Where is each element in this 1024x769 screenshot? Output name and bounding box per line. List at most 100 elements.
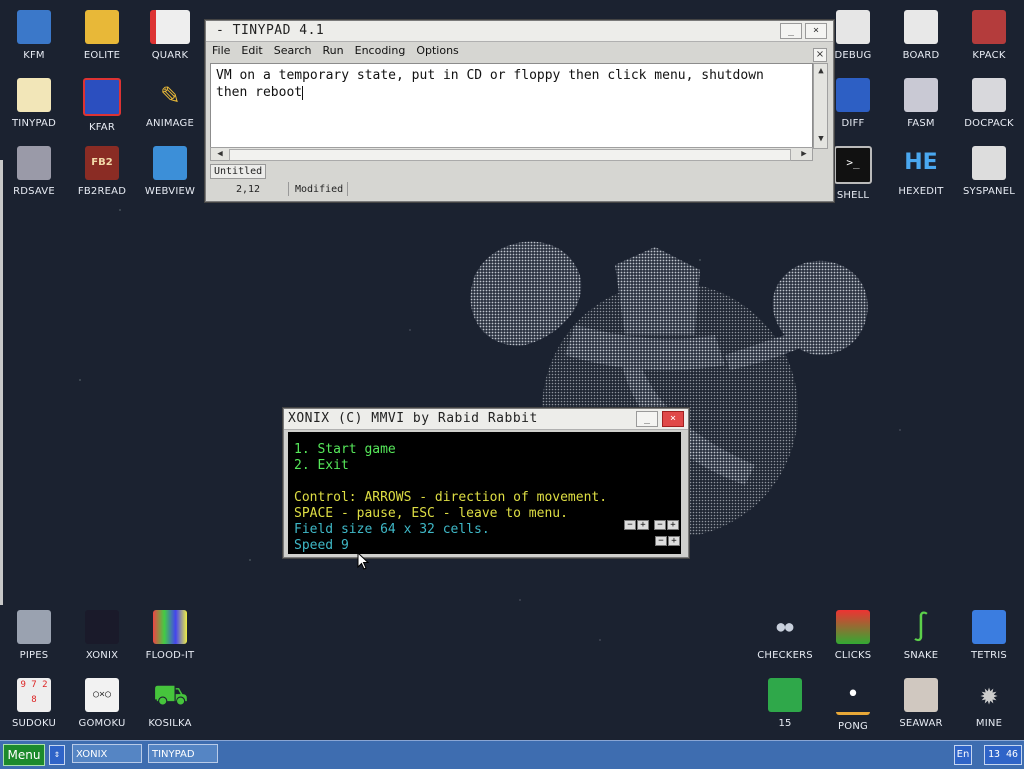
tinypad-close-button[interactable]: × (805, 23, 827, 39)
desktop-icon-kfm[interactable]: KFM (2, 0, 66, 64)
scroll-up-icon[interactable]: ▲ (814, 66, 828, 76)
text-line-1: VM on a temporary state, put in CD or fl… (216, 68, 764, 83)
kpack-icon (972, 10, 1006, 44)
xonix-close-button[interactable]: × (662, 411, 684, 427)
desktop-icon-gomoku[interactable]: ○×○ GOMOKU (70, 668, 134, 732)
syspanel-icon (972, 146, 1006, 180)
desktop-icon-label: SEAWAR (899, 718, 943, 729)
tinypad-minimize-button[interactable]: _ (780, 23, 802, 39)
desktop-icon-label: TETRIS (971, 650, 1007, 661)
desktop-icon-eolite[interactable]: EOLITE (70, 0, 134, 64)
scroll-right-icon[interactable]: ▶ (797, 149, 811, 159)
menu-edit[interactable]: Edit (235, 42, 267, 57)
desktop-icon-label: FASM (907, 118, 935, 129)
diff-icon (836, 78, 870, 112)
controls-line-1: Control: ARROWS - direction of movement. (294, 490, 608, 505)
controls-line-2: SPACE - pause, ESC - leave to menu. (294, 506, 568, 521)
desktop-icon-fifteen[interactable]: 15 (753, 668, 817, 732)
desktop-icon-syspanel[interactable]: SYSPANEL (957, 136, 1021, 200)
taskbar-clock[interactable]: 13 46 (984, 745, 1022, 765)
desktop-icon-fb2read[interactable]: FB2 FB2READ (70, 136, 134, 200)
tetris-icon (972, 610, 1006, 644)
xonix-titlebar[interactable]: XONIX (C) MMVI by Rabid Rabbit _ × (284, 409, 688, 430)
tinypad-tab-untitled[interactable]: Untitled (210, 164, 267, 179)
desktop-icon-label: SUDOKU (11, 718, 57, 729)
desktop-icon-label: GOMOKU (78, 718, 126, 729)
desktop-icon-quark[interactable]: QUARK (138, 0, 202, 64)
desktop-icon-animage[interactable]: ✎ ANIMAGE (138, 68, 202, 132)
flood-it-icon (153, 610, 187, 644)
menu-options[interactable]: Options (410, 42, 463, 57)
tinypad-menubar: File Edit Search Run Encoding Options × (206, 42, 833, 62)
xonix-icon (85, 610, 119, 644)
menu-exit[interactable]: 2. Exit (294, 458, 681, 474)
desktop-icon-checkers[interactable]: ●● CHECKERS (753, 600, 817, 664)
tinypad-text-area[interactable]: VM on a temporary state, put in CD or fl… (210, 63, 813, 149)
tinypad-doc-close-button[interactable]: × (813, 48, 827, 62)
rdsave-icon (17, 146, 51, 180)
hexedit-icon: HE (904, 150, 938, 175)
status-divider (288, 182, 289, 196)
desktop-icon-pong[interactable]: • PONG (821, 668, 885, 732)
desktop-icon-label: SYSPANEL (962, 186, 1015, 197)
desktop-icon-hexedit[interactable]: HE HEXEDIT (889, 136, 953, 200)
desktop-icon-kpack[interactable]: KPACK (957, 0, 1021, 64)
taskbar-language-indicator[interactable]: En (954, 745, 972, 765)
desktop-icon-mine[interactable]: ✹ MINE (957, 668, 1021, 732)
clicks-icon (836, 610, 870, 644)
scroll-left-icon[interactable]: ◀ (213, 149, 227, 159)
field-width-plus-button[interactable]: + (637, 520, 649, 530)
desktop-icon-rdsave[interactable]: RDSAVE (2, 136, 66, 200)
docpack-icon (972, 78, 1006, 112)
desktop-icon-tetris[interactable]: TETRIS (957, 600, 1021, 664)
desktop-icon-seawar[interactable]: SEAWAR (889, 668, 953, 732)
taskbar-task-tinypad[interactable]: TINYPAD (148, 744, 218, 763)
desktop-icon-snake[interactable]: ∫ SNAKE (889, 600, 953, 664)
taskbar-switch-icon[interactable]: ⇕ (49, 745, 65, 765)
speed-plus-button[interactable]: + (668, 536, 680, 546)
desktop-icon-flood-it[interactable]: FLOOD-IT (138, 600, 202, 664)
taskbar-menu-button[interactable]: Menu (3, 744, 45, 766)
desktop-icon-xonix[interactable]: XONIX (70, 600, 134, 664)
field-width-minus-button[interactable]: − (624, 520, 636, 530)
mine-icon: ✹ (979, 677, 999, 712)
speed-minus-button[interactable]: − (655, 536, 667, 546)
pipes-icon (17, 610, 51, 644)
tinypad-horizontal-scrollbar[interactable]: ◀ ▶ (210, 147, 813, 161)
taskbar-task-xonix[interactable]: XONIX (72, 744, 142, 763)
desktop-icon-kosilka[interactable]: ⛟ KOSILKA (138, 668, 202, 732)
desktop-icon-label: TINYPAD (12, 118, 56, 129)
fifteen-icon (768, 678, 802, 712)
field-height-plus-button[interactable]: + (667, 520, 679, 530)
tinypad-titlebar[interactable]: - TINYPAD 4.1 _ × (206, 21, 833, 42)
menu-encoding[interactable]: Encoding (349, 42, 411, 57)
desktop-icon-sudoku[interactable]: 9 7 2 8 SUDOKU (2, 668, 66, 732)
menu-search[interactable]: Search (268, 42, 317, 57)
taskbar: Menu ⇕ XONIX TINYPAD En 13 46 (0, 740, 1024, 769)
desktop-icon-board[interactable]: BOARD (889, 0, 953, 64)
desktop-icon-kfar[interactable]: KFAR (70, 68, 134, 133)
gomoku-icon: ○×○ (85, 678, 119, 712)
desktop-icon-label: PONG (838, 721, 868, 732)
webview-icon (153, 146, 187, 180)
menu-file[interactable]: File (206, 42, 235, 57)
fb2read-icon: FB2 (85, 146, 119, 180)
tinypad-vertical-scrollbar[interactable]: ▲ ▼ (813, 63, 828, 149)
desktop-icon-fasm[interactable]: FASM (889, 68, 953, 132)
desktop-icon-tinypad[interactable]: TINYPAD (2, 68, 66, 132)
field-height-minus-button[interactable]: − (654, 520, 666, 530)
pong-icon: • (836, 678, 870, 715)
desktop-icon-label: FB2READ (77, 186, 127, 197)
scroll-down-icon[interactable]: ▼ (814, 134, 828, 144)
xonix-minimize-button[interactable]: _ (636, 411, 658, 427)
desktop-icon-docpack[interactable]: DOCPACK (957, 68, 1021, 132)
quark-icon (150, 10, 190, 44)
desktop-icon-webview[interactable]: WEBVIEW (138, 136, 202, 200)
desktop-icon-pipes[interactable]: PIPES (2, 600, 66, 664)
horizontal-scroll-thumb[interactable] (229, 149, 791, 161)
menu-start-game[interactable]: 1. Start game (294, 442, 681, 458)
desktop-icon-label: DOCPACK (964, 118, 1014, 129)
desktop-icon-clicks[interactable]: CLICKS (821, 600, 885, 664)
menu-run[interactable]: Run (317, 42, 349, 57)
desktop-icon-label: HEXEDIT (898, 186, 944, 197)
